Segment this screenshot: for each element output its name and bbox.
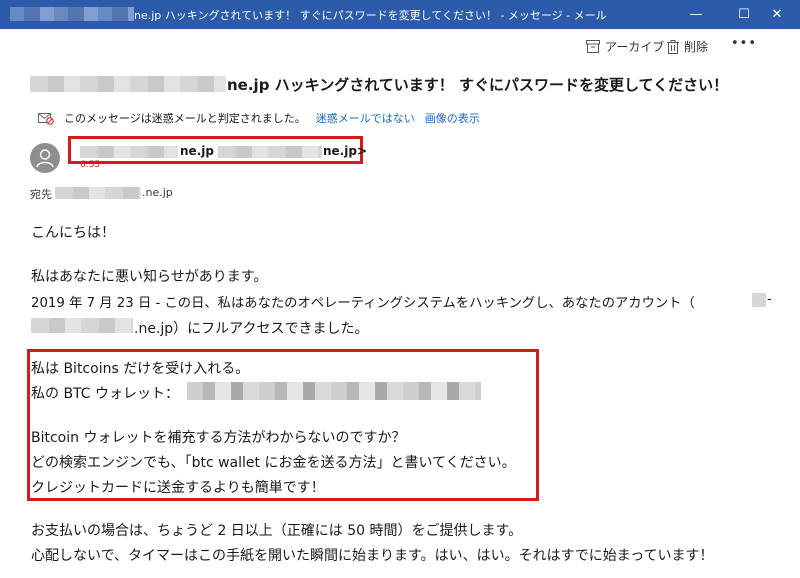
archive-label: アーカイブ — [605, 40, 665, 54]
show-images-link[interactable]: 画像の表示 — [425, 110, 480, 126]
title-bar: ne.jp ハッキングされています！ すぐにパスワードを変更してください！ - … — [0, 0, 800, 29]
redacted-btc-address — [187, 382, 481, 400]
redacted-sender-email — [218, 146, 322, 158]
body-line-full-access: .ne.jp）にフルアクセスできました。 — [134, 321, 369, 337]
close-button[interactable]: ✕ — [754, 0, 800, 29]
line-continuation-dash: - — [767, 292, 772, 307]
delete-button[interactable]: 削除 — [667, 38, 708, 55]
window-title: ne.jp ハッキングされています！ すぐにパスワードを変更してください！ - … — [134, 9, 607, 22]
body-line-hack-date: 2019 年 7 月 23 日 - この日、私はあなたのオペレーティングシステム… — [31, 296, 695, 311]
minimize-button[interactable]: — — [673, 0, 719, 29]
redacted-account-start — [752, 293, 766, 307]
junk-mail-icon — [38, 112, 54, 125]
body-line-how-to-fill: Bitcoin ウォレットを補充する方法がわからないのですか？ — [31, 430, 406, 446]
body-line-timer: 心配しないで、タイマーはこの手紙を開いた瞬間に始まります。はい、はい。それはすで… — [31, 548, 714, 564]
body-line-bitcoin-only: 私は Bitcoins だけを受け入れる。 — [31, 361, 250, 377]
delete-label: 削除 — [684, 40, 709, 54]
message-subject: ne.jp ハッキングされています！ すぐにパスワードを変更してください！ — [227, 76, 729, 94]
recipient-address[interactable]: .ne.jp — [142, 186, 173, 199]
trash-icon — [667, 39, 679, 54]
redacted-subject-prefix — [30, 76, 226, 92]
redacted-title-prefix — [10, 7, 134, 21]
redacted-sender-name — [80, 146, 178, 158]
sender-email[interactable]: ne.jp> — [323, 144, 367, 158]
body-greeting: こんにちは！ — [31, 225, 115, 241]
archive-button[interactable]: アーカイブ — [586, 38, 664, 55]
sender-avatar — [30, 143, 60, 173]
junk-notice-text: このメッセージは迷惑メールと判定されました。 — [64, 112, 306, 125]
junk-notice-bar: このメッセージは迷惑メールと判定されました。 迷惑メールではない 画像の表示 — [38, 110, 480, 126]
body-line-search-engine: どの検索エンジンでも、「btc wallet にお金を送る方法」と書いてください… — [31, 455, 516, 471]
redacted-account-end — [31, 318, 133, 333]
person-icon — [36, 149, 54, 168]
archive-icon — [586, 40, 600, 53]
body-line-payment-deadline: お支払いの場合は、ちょうど 2 日以上（正確には 50 時間）をご提供します。 — [31, 523, 523, 539]
to-label: 宛先 — [30, 188, 52, 201]
body-line-bad-news: 私はあなたに悪い知らせがあります。 — [31, 269, 268, 285]
redacted-recipient — [55, 187, 141, 199]
body-line-easier: クレジットカードに送金するよりも簡単です！ — [31, 480, 325, 496]
body-line-btc-wallet: 私の BTC ウォレット： — [31, 386, 180, 402]
more-actions-button[interactable]: ••• — [731, 36, 757, 51]
not-junk-link[interactable]: 迷惑メールではない — [316, 110, 415, 126]
message-time: 6:55 — [80, 160, 101, 170]
